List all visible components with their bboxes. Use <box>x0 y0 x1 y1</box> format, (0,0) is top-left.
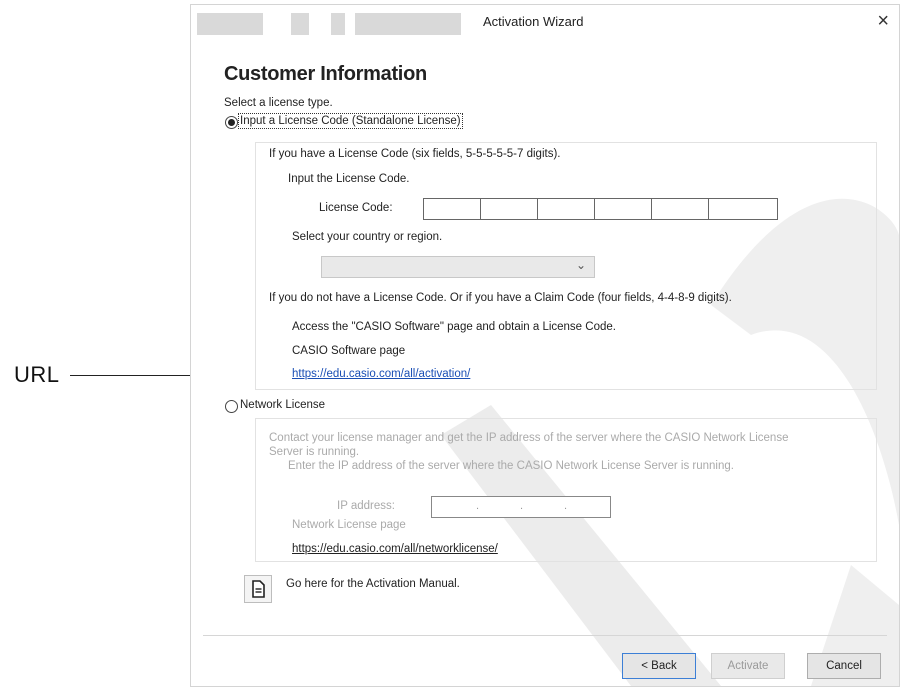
network-license-page-label: Network License page <box>292 519 406 531</box>
license-code-label: License Code: <box>319 202 393 214</box>
access-software-text: Access the "CASIO Software" page and obt… <box>292 321 616 333</box>
blurred-region <box>331 13 345 35</box>
activation-url-link[interactable]: https://edu.casio.com/all/activation/ <box>292 368 470 380</box>
ip-separator: . <box>520 500 524 512</box>
activation-wizard-window: Activation Wizard × Customer Information… <box>190 4 900 687</box>
network-contact-text-1: Contact your license manager and get the… <box>269 432 789 444</box>
cancel-button[interactable]: Cancel <box>807 653 881 679</box>
no-license-code-text: If you do not have a License Code. Or if… <box>269 292 732 304</box>
chevron-down-icon: ⌄ <box>575 258 586 272</box>
standalone-license-label[interactable]: Input a License Code (Standalone License… <box>238 113 463 129</box>
license-code-field-4[interactable] <box>594 198 653 220</box>
ip-separator: . <box>476 500 480 512</box>
casio-software-page-label: CASIO Software page <box>292 345 406 357</box>
page-heading: Customer Information <box>224 63 427 85</box>
ip-address-input[interactable]: . . . <box>431 496 611 518</box>
license-code-field-2[interactable] <box>480 198 539 220</box>
network-license-label[interactable]: Network License <box>240 399 325 411</box>
standalone-license-radio[interactable] <box>225 116 238 129</box>
license-code-field-3[interactable] <box>537 198 596 220</box>
license-code-field-6[interactable] <box>708 198 778 220</box>
ip-separator: . <box>564 500 568 512</box>
enter-ip-text: Enter the IP address of the server where… <box>288 460 734 472</box>
network-license-radio[interactable] <box>225 400 238 413</box>
license-code-field-5[interactable] <box>651 198 710 220</box>
close-button[interactable]: × <box>877 10 889 33</box>
title-bar: Activation Wizard × <box>191 5 899 41</box>
document-icon[interactable] <box>244 575 272 603</box>
input-license-prompt: Input the License Code. <box>288 173 410 185</box>
blurred-region <box>355 13 461 35</box>
activation-manual-link[interactable]: Go here for the Activation Manual. <box>286 578 460 590</box>
network-license-url-link[interactable]: https://edu.casio.com/all/networklicense… <box>292 543 498 555</box>
url-callout-label: URL <box>14 362 60 387</box>
activate-button[interactable]: Activate <box>711 653 785 679</box>
country-prompt: Select your country or region. <box>292 231 443 243</box>
standalone-description: If you have a License Code (six fields, … <box>269 148 561 160</box>
blurred-region <box>291 13 309 35</box>
window-title: Activation Wizard <box>483 14 584 29</box>
network-contact-text-2: Server is running. <box>269 446 360 458</box>
license-type-prompt: Select a license type. <box>224 97 333 109</box>
ip-address-label: IP address: <box>337 500 395 512</box>
license-code-field-1[interactable] <box>423 198 482 220</box>
country-select[interactable]: ⌄ <box>321 256 595 278</box>
back-button[interactable]: < Back <box>622 653 696 679</box>
footer-divider <box>203 635 887 636</box>
blurred-region <box>197 13 263 35</box>
